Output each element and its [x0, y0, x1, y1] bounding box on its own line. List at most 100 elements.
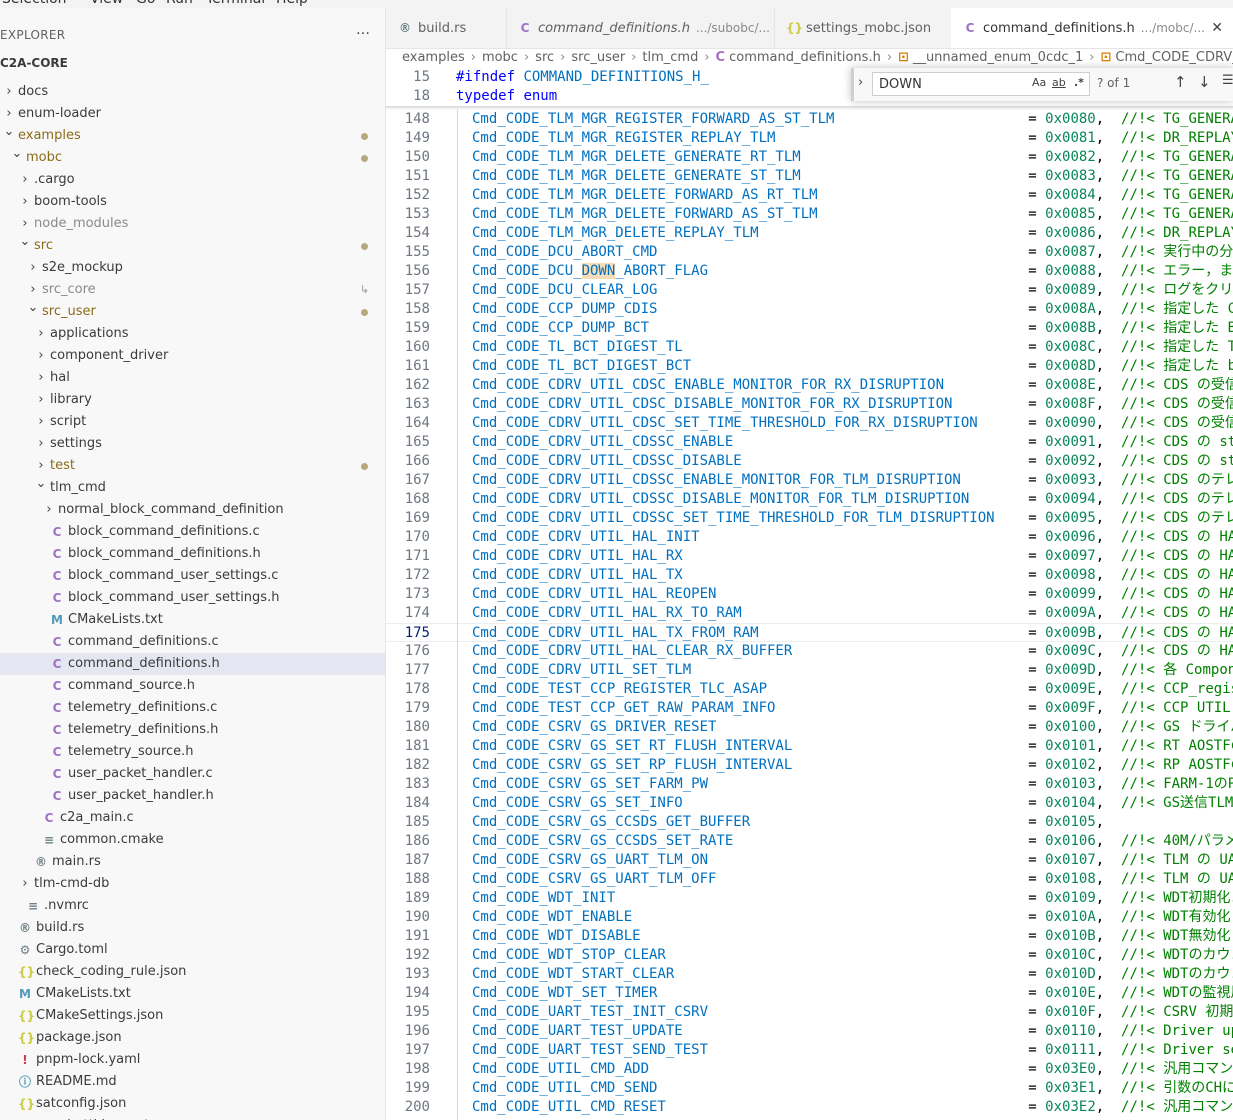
menu-item-4[interactable]: Terminal [206, 0, 265, 7]
previous-match-icon[interactable]: ↑ [1174, 73, 1187, 91]
workspace-root[interactable]: C2A-CORE [0, 56, 68, 70]
folder-item[interactable]: › normal_block_command_definition [0, 499, 385, 521]
file-item[interactable]: Cuser_packet_handler.c [0, 763, 385, 785]
code-line[interactable]: 196 Cmd_CODE_UART_TEST_UPDATE = 0x0110, /… [386, 1022, 1233, 1041]
file-item[interactable]: ≡ common.cmake [0, 829, 385, 851]
folder-item[interactable]: ⌄ examples [0, 124, 385, 147]
chevron-right-icon[interactable]: › [18, 169, 32, 191]
folder-item[interactable]: › s2e_mockup [0, 257, 385, 279]
more-actions-icon[interactable]: … [356, 22, 370, 38]
folder-item[interactable]: › hal [0, 367, 385, 389]
regex-icon[interactable]: .* [1074, 76, 1084, 89]
code-line[interactable]: 158 Cmd_CODE_CCP_DUMP_CDIS = 0x008A, //!<… [386, 300, 1233, 319]
folder-item[interactable]: ⌄ tlm_cmd [0, 476, 385, 499]
file-item[interactable]: {} CMakeSettings.json [0, 1005, 385, 1027]
folder-item[interactable]: › component_driver [0, 345, 385, 367]
code-line[interactable]: 149 Cmd_CODE_TLM_MGR_REGISTER_REPLAY_TLM … [386, 129, 1233, 148]
folder-item[interactable]: › tlm-cmd-db [0, 873, 385, 895]
code-line[interactable]: 189 Cmd_CODE_WDT_INIT = 0x0109, //!< WDT初… [386, 889, 1233, 908]
code-line[interactable]: 185 Cmd_CODE_CSRV_GS_CCSDS_GET_BUFFER = 0… [386, 813, 1233, 832]
chevron-right-icon[interactable]: › [42, 499, 56, 521]
tab[interactable]: ® build.rs [386, 8, 507, 48]
code-line[interactable]: 199 Cmd_CODE_UTIL_CMD_SEND = 0x03E1, //!<… [386, 1079, 1233, 1098]
file-item[interactable]: Ccommand_definitions.h [0, 653, 385, 675]
close-icon[interactable]: ✕ [1211, 8, 1223, 48]
menu-item-3[interactable]: Run [166, 0, 193, 7]
chevron-right-icon[interactable]: › [34, 433, 48, 455]
menu-item-0[interactable]: Selection [2, 0, 67, 7]
code-line[interactable]: 182 Cmd_CODE_CSRV_GS_SET_RP_FLUSH_INTERVA… [386, 756, 1233, 775]
code-line[interactable]: 187 Cmd_CODE_CSRV_GS_UART_TLM_ON = 0x0107… [386, 851, 1233, 870]
chevron-down-icon[interactable]: ⌄ [10, 143, 24, 165]
code-line[interactable]: 164 Cmd_CODE_CDRV_UTIL_CDSC_SET_TIME_THRE… [386, 414, 1233, 433]
chevron-down-icon[interactable]: ⌄ [26, 297, 40, 319]
code-line[interactable]: 186 Cmd_CODE_CSRV_GS_CCSDS_SET_RATE = 0x0… [386, 832, 1233, 851]
file-item[interactable]: ≡ .nvmrc [0, 895, 385, 917]
folder-item[interactable]: › settings [0, 433, 385, 455]
file-item[interactable]: ! pnpm-lock.yaml [0, 1049, 385, 1071]
folder-item[interactable]: › src_core ↳ [0, 279, 385, 301]
code-line[interactable]: 169 Cmd_CODE_CDRV_UTIL_CDSSC_SET_TIME_THR… [386, 509, 1233, 528]
code-line[interactable]: 168 Cmd_CODE_CDRV_UTIL_CDSSC_DISABLE_MONI… [386, 490, 1233, 509]
find-menu-icon[interactable]: ☰ [1222, 73, 1233, 88]
chevron-right-icon[interactable]: › [2, 81, 16, 103]
file-item[interactable]: Cblock_command_definitions.h [0, 543, 385, 565]
chevron-right-icon[interactable]: › [18, 191, 32, 213]
code-line[interactable]: 166 Cmd_CODE_CDRV_UTIL_CDSSC_DISABLE = 0x… [386, 452, 1233, 471]
file-item[interactable]: Cblock_command_user_settings.c [0, 565, 385, 587]
code-editor[interactable]: 148 Cmd_CODE_TLM_MGR_REGISTER_FORWARD_AS_… [386, 68, 1233, 1120]
file-item[interactable]: Ccommand_definitions.c [0, 631, 385, 653]
chevron-right-icon[interactable]: › [34, 323, 48, 345]
code-line[interactable]: 195 Cmd_CODE_UART_TEST_INIT_CSRV = 0x010F… [386, 1003, 1233, 1022]
file-item[interactable]: ⓘ README.md [0, 1071, 385, 1093]
file-item[interactable]: ® build.rs [0, 917, 385, 939]
folder-item[interactable]: › script [0, 411, 385, 433]
folder-item[interactable]: › library [0, 389, 385, 411]
code-line[interactable]: 153 Cmd_CODE_TLM_MGR_DELETE_FORWARD_AS_ST… [386, 205, 1233, 224]
file-item[interactable]: Cuser_packet_handler.h [0, 785, 385, 807]
menu-item-2[interactable]: Go [136, 0, 155, 7]
code-line[interactable]: 154 Cmd_CODE_TLM_MGR_DELETE_REPLAY_TLM = … [386, 224, 1233, 243]
breadcrumb-item[interactable]: Cmd_CODE_CDRV_UTIL_HAL_TX_FROM_RAM [1115, 50, 1233, 65]
breadcrumb-item[interactable]: __unnamed_enum_0cdc_1 [913, 50, 1083, 65]
code-line[interactable]: 198 Cmd_CODE_UTIL_CMD_ADD = 0x03E0, //!< … [386, 1060, 1233, 1079]
code-line[interactable]: 170 Cmd_CODE_CDRV_UTIL_HAL_INIT = 0x0096,… [386, 528, 1233, 547]
chevron-down-icon[interactable]: ⌄ [18, 231, 32, 253]
code-line[interactable]: 181 Cmd_CODE_CSRV_GS_SET_RT_FLUSH_INTERVA… [386, 737, 1233, 756]
code-line[interactable]: 167 Cmd_CODE_CDRV_UTIL_CDSSC_ENABLE_MONIT… [386, 471, 1233, 490]
folder-item[interactable]: › enum-loader [0, 103, 385, 125]
file-item[interactable]: Ccommand_source.h [0, 675, 385, 697]
folder-item[interactable]: › docs [0, 81, 385, 103]
code-line[interactable]: 162 Cmd_CODE_CDRV_UTIL_CDSC_ENABLE_MONITO… [386, 376, 1233, 395]
whole-word-icon[interactable]: ab [1052, 76, 1066, 89]
code-line[interactable]: 165 Cmd_CODE_CDRV_UTIL_CDSSC_ENABLE = 0x0… [386, 433, 1233, 452]
tab-active[interactable]: Ccommand_definitions.h .../mobc/... ✕ [951, 8, 1233, 48]
code-line[interactable]: 180 Cmd_CODE_CSRV_GS_DRIVER_RESET = 0x010… [386, 718, 1233, 737]
code-line[interactable]: 193 Cmd_CODE_WDT_START_CLEAR = 0x010D, //… [386, 965, 1233, 984]
file-item[interactable]: M CMakeLists.txt [0, 983, 385, 1005]
file-item[interactable]: {} package.json [0, 1027, 385, 1049]
folder-item[interactable]: › test [0, 455, 385, 477]
breadcrumb-item[interactable]: mobc [482, 50, 518, 65]
code-line[interactable]: 159 Cmd_CODE_CCP_DUMP_BCT = 0x008B, //!< … [386, 319, 1233, 338]
code-line[interactable]: 192 Cmd_CODE_WDT_STOP_CLEAR = 0x010C, //!… [386, 946, 1233, 965]
match-case-icon[interactable]: Aa [1032, 76, 1046, 89]
code-line[interactable]: 200 Cmd_CODE_UTIL_CMD_RESET = 0x03E2, //!… [386, 1098, 1233, 1117]
file-item[interactable]: Ctelemetry_definitions.c [0, 697, 385, 719]
folder-item[interactable]: › node_modules [0, 213, 385, 235]
code-line[interactable]: 191 Cmd_CODE_WDT_DISABLE = 0x010B, //!< W… [386, 927, 1233, 946]
breadcrumb-item[interactable]: command_definitions.h [729, 50, 881, 65]
code-line[interactable]: 190 Cmd_CODE_WDT_ENABLE = 0x010A, //!< WD… [386, 908, 1233, 927]
folder-item[interactable]: ⌄ src_user [0, 300, 385, 323]
file-item[interactable]: ≡ spaghetti.jsonnet [0, 1115, 385, 1120]
breadcrumb-item[interactable]: src_user [571, 50, 625, 65]
code-line[interactable]: 194 Cmd_CODE_WDT_SET_TIMER = 0x010E, //!<… [386, 984, 1233, 1003]
file-item[interactable]: Ctelemetry_source.h [0, 741, 385, 763]
next-match-icon[interactable]: ↓ [1198, 73, 1211, 91]
breadcrumb-item[interactable]: src [535, 50, 554, 65]
code-line[interactable]: 160 Cmd_CODE_TL_BCT_DIGEST_TL = 0x008C, /… [386, 338, 1233, 357]
code-line[interactable]: 184 Cmd_CODE_CSRV_GS_SET_INFO = 0x0104, /… [386, 794, 1233, 813]
code-line[interactable]: 174 Cmd_CODE_CDRV_UTIL_HAL_RX_TO_RAM = 0x… [386, 604, 1233, 623]
chevron-right-icon[interactable]: › [34, 389, 48, 411]
menu-item-1[interactable]: View [90, 0, 123, 7]
